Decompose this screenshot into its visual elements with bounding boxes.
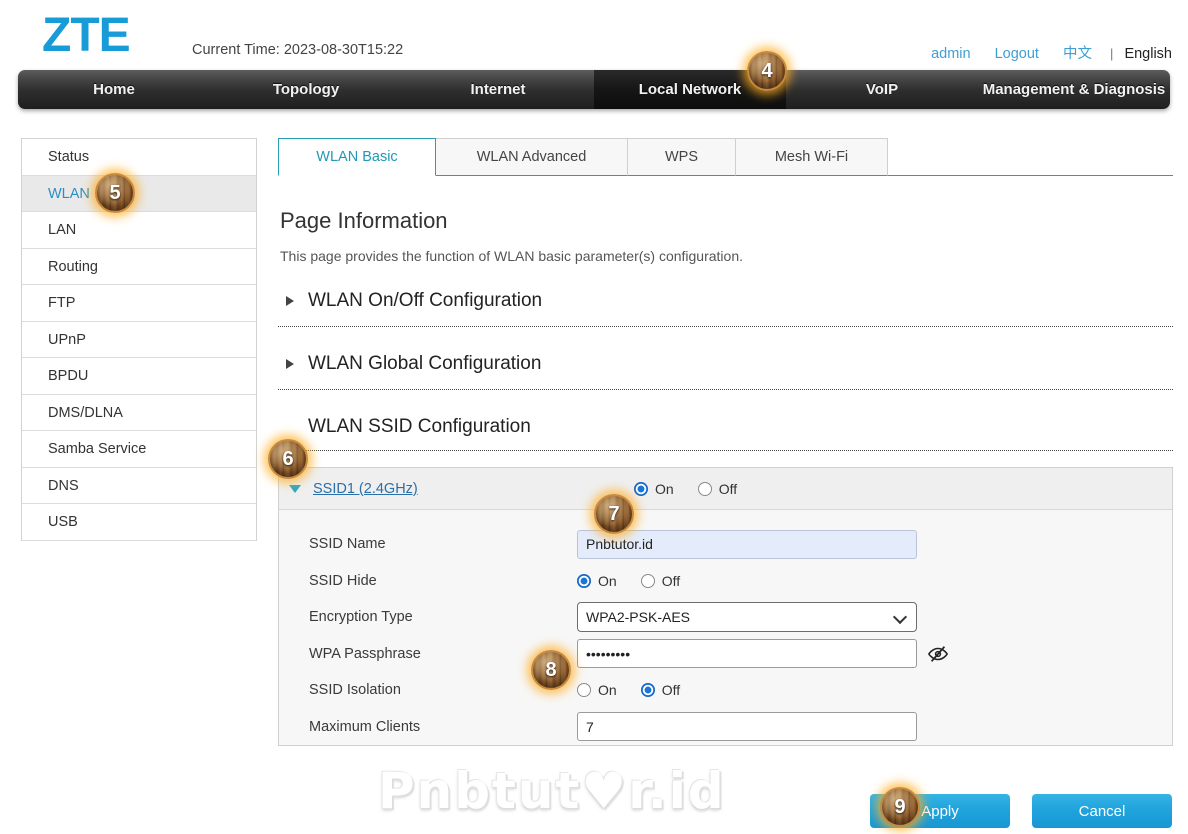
radio-label: Off (661, 572, 681, 589)
eye-slash-icon[interactable] (927, 643, 949, 665)
page-description: This page provides the function of WLAN … (280, 248, 744, 264)
field-row-maximum-clients: Maximum Clients (309, 709, 1172, 746)
nav-item-internet[interactable]: Internet (402, 70, 594, 109)
tab-mesh-wifi[interactable]: Mesh Wi-Fi (736, 138, 888, 176)
encryption-type-label: Encryption Type (309, 609, 413, 626)
radio-label: Off (718, 480, 738, 497)
sidebar-item-lan[interactable]: LAN (22, 212, 256, 249)
sidebar-item-ftp[interactable]: FTP (22, 285, 256, 322)
content-area: WLAN Basic WLAN Advanced WPS Mesh Wi-Fi … (278, 138, 1173, 746)
ssid1-panel-header[interactable]: SSID1 (2.4GHz) On Off (279, 468, 1172, 510)
maximum-clients-label: Maximum Clients (309, 718, 421, 735)
zte-logo: ZTE (42, 9, 131, 62)
nav-item-home[interactable]: Home (18, 70, 210, 109)
ssid-isolation-on-option[interactable]: On (577, 682, 617, 698)
tab-bar-filler (888, 138, 1173, 176)
ssid-name-input[interactable] (577, 529, 917, 559)
annotation-badge-9: 9 (880, 787, 920, 827)
radio-label: On (655, 480, 674, 497)
ssid-hide-on-option[interactable]: On (577, 573, 617, 589)
radio-label: On (598, 682, 617, 699)
radio-off-icon[interactable] (577, 683, 591, 698)
sidebar-item-wlan[interactable]: WLAN (22, 175, 256, 212)
section-label: WLAN On/Off Configuration (308, 290, 543, 311)
section-wlan-onoff-configuration[interactable]: WLAN On/Off Configuration (278, 290, 1173, 327)
radio-label: On (598, 572, 617, 589)
radio-on-icon[interactable] (577, 573, 591, 588)
language-english-link[interactable]: English (1124, 46, 1172, 62)
ssid-isolation-off-option[interactable]: Off (640, 682, 681, 699)
sidebar-item-status[interactable]: Status (22, 139, 256, 176)
wpa-passphrase-input[interactable] (577, 639, 917, 669)
annotation-badge-8: 8 (531, 650, 571, 690)
ssid1-enable-radio-group: On Off (634, 481, 761, 497)
tab-wlan-basic[interactable]: WLAN Basic (278, 138, 436, 176)
ssid-hide-radio-group: On Off (577, 573, 704, 589)
section-label: WLAN SSID Configuration (308, 416, 531, 437)
ssid-name-label: SSID Name (309, 536, 386, 553)
sidebar-item-bpdu[interactable]: BPDU (22, 358, 256, 395)
maximum-clients-input[interactable] (577, 712, 917, 742)
page-title: Page Information (280, 208, 448, 233)
chevron-down-icon (289, 484, 301, 493)
ssid-hide-label: SSID Hide (309, 572, 377, 589)
encryption-type-select-wrap: WPA2-PSK-AES (577, 602, 917, 633)
radio-on-icon[interactable] (634, 481, 648, 496)
field-row-ssid-isolation: SSID Isolation On Off (309, 672, 1172, 709)
logout-link[interactable]: Logout (995, 46, 1039, 62)
annotation-badge-6: 6 (268, 439, 308, 479)
section-wlan-ssid-configuration[interactable]: WLAN SSID Configuration (278, 416, 1173, 451)
ssid-hide-off-option[interactable]: Off (640, 572, 681, 589)
tab-bar: WLAN Basic WLAN Advanced WPS Mesh Wi-Fi (278, 138, 1173, 176)
annotation-badge-5: 5 (95, 173, 135, 213)
chevron-right-icon (286, 296, 294, 306)
cancel-button[interactable]: Cancel (1032, 794, 1172, 828)
nav-item-management-diagnosis[interactable]: Management & Diagnosis (978, 70, 1170, 109)
chevron-right-icon (286, 359, 294, 369)
field-row-ssid-hide: SSID Hide On Off (309, 563, 1172, 600)
header-links: admin Logout 中文 | English (911, 42, 1172, 63)
ssid-isolation-radio-group: On Off (577, 682, 704, 698)
page-header: ZTE Current Time: 2023-08-30T15:22 admin… (0, 0, 1188, 70)
sidebar-item-samba-service[interactable]: Samba Service (22, 431, 256, 468)
sidebar-item-usb[interactable]: USB (22, 504, 256, 541)
annotation-badge-7: 7 (594, 494, 634, 534)
admin-user-link[interactable]: admin (931, 46, 971, 62)
encryption-type-select[interactable]: WPA2-PSK-AES (577, 602, 917, 633)
sidebar-menu: Status WLAN LAN Routing FTP UPnP BPDU DM… (21, 138, 257, 541)
tab-wlan-advanced[interactable]: WLAN Advanced (436, 138, 628, 176)
field-row-wpa-passphrase: WPA Passphrase (309, 636, 1172, 673)
radio-on-icon[interactable] (640, 683, 655, 698)
field-row-ssid-name: SSID Name (309, 526, 1172, 563)
field-row-encryption-type: Encryption Type WPA2-PSK-AES (309, 599, 1172, 636)
annotation-badge-4: 4 (747, 51, 787, 91)
ssid1-enable-on-option[interactable]: On (634, 481, 674, 497)
sidebar-item-dms-dlna[interactable]: DMS/DLNA (22, 395, 256, 431)
main-navigation: Home Topology Internet Local Network VoI… (18, 70, 1170, 109)
language-separator: | (1110, 46, 1114, 61)
sidebar-item-dns[interactable]: DNS (22, 468, 256, 504)
ssid1-form: SSID Name SSID Hide On Off Encryp (279, 510, 1172, 745)
section-wlan-global-configuration[interactable]: WLAN Global Configuration (278, 353, 1173, 390)
ssid1-panel: SSID1 (2.4GHz) On Off SSID Name SSID Hid… (278, 467, 1173, 746)
sidebar-item-upnp[interactable]: UPnP (22, 322, 256, 358)
ssid1-enable-off-option[interactable]: Off (697, 480, 738, 497)
current-time-label: Current Time: 2023-08-30T15:22 (192, 42, 404, 58)
radio-off-icon[interactable] (697, 481, 712, 496)
section-label: WLAN Global Configuration (308, 353, 542, 374)
nav-item-voip[interactable]: VoIP (786, 70, 978, 109)
tab-wps[interactable]: WPS (628, 138, 736, 176)
watermark-text: Pnbtut♥r.id (378, 762, 726, 820)
nav-item-topology[interactable]: Topology (210, 70, 402, 109)
radio-label: Off (661, 682, 681, 699)
sidebar-item-routing[interactable]: Routing (22, 249, 256, 285)
language-chinese-link[interactable]: 中文 (1063, 46, 1092, 62)
ssid1-title-link[interactable]: SSID1 (2.4GHz) (313, 481, 418, 497)
radio-off-icon[interactable] (640, 573, 655, 588)
